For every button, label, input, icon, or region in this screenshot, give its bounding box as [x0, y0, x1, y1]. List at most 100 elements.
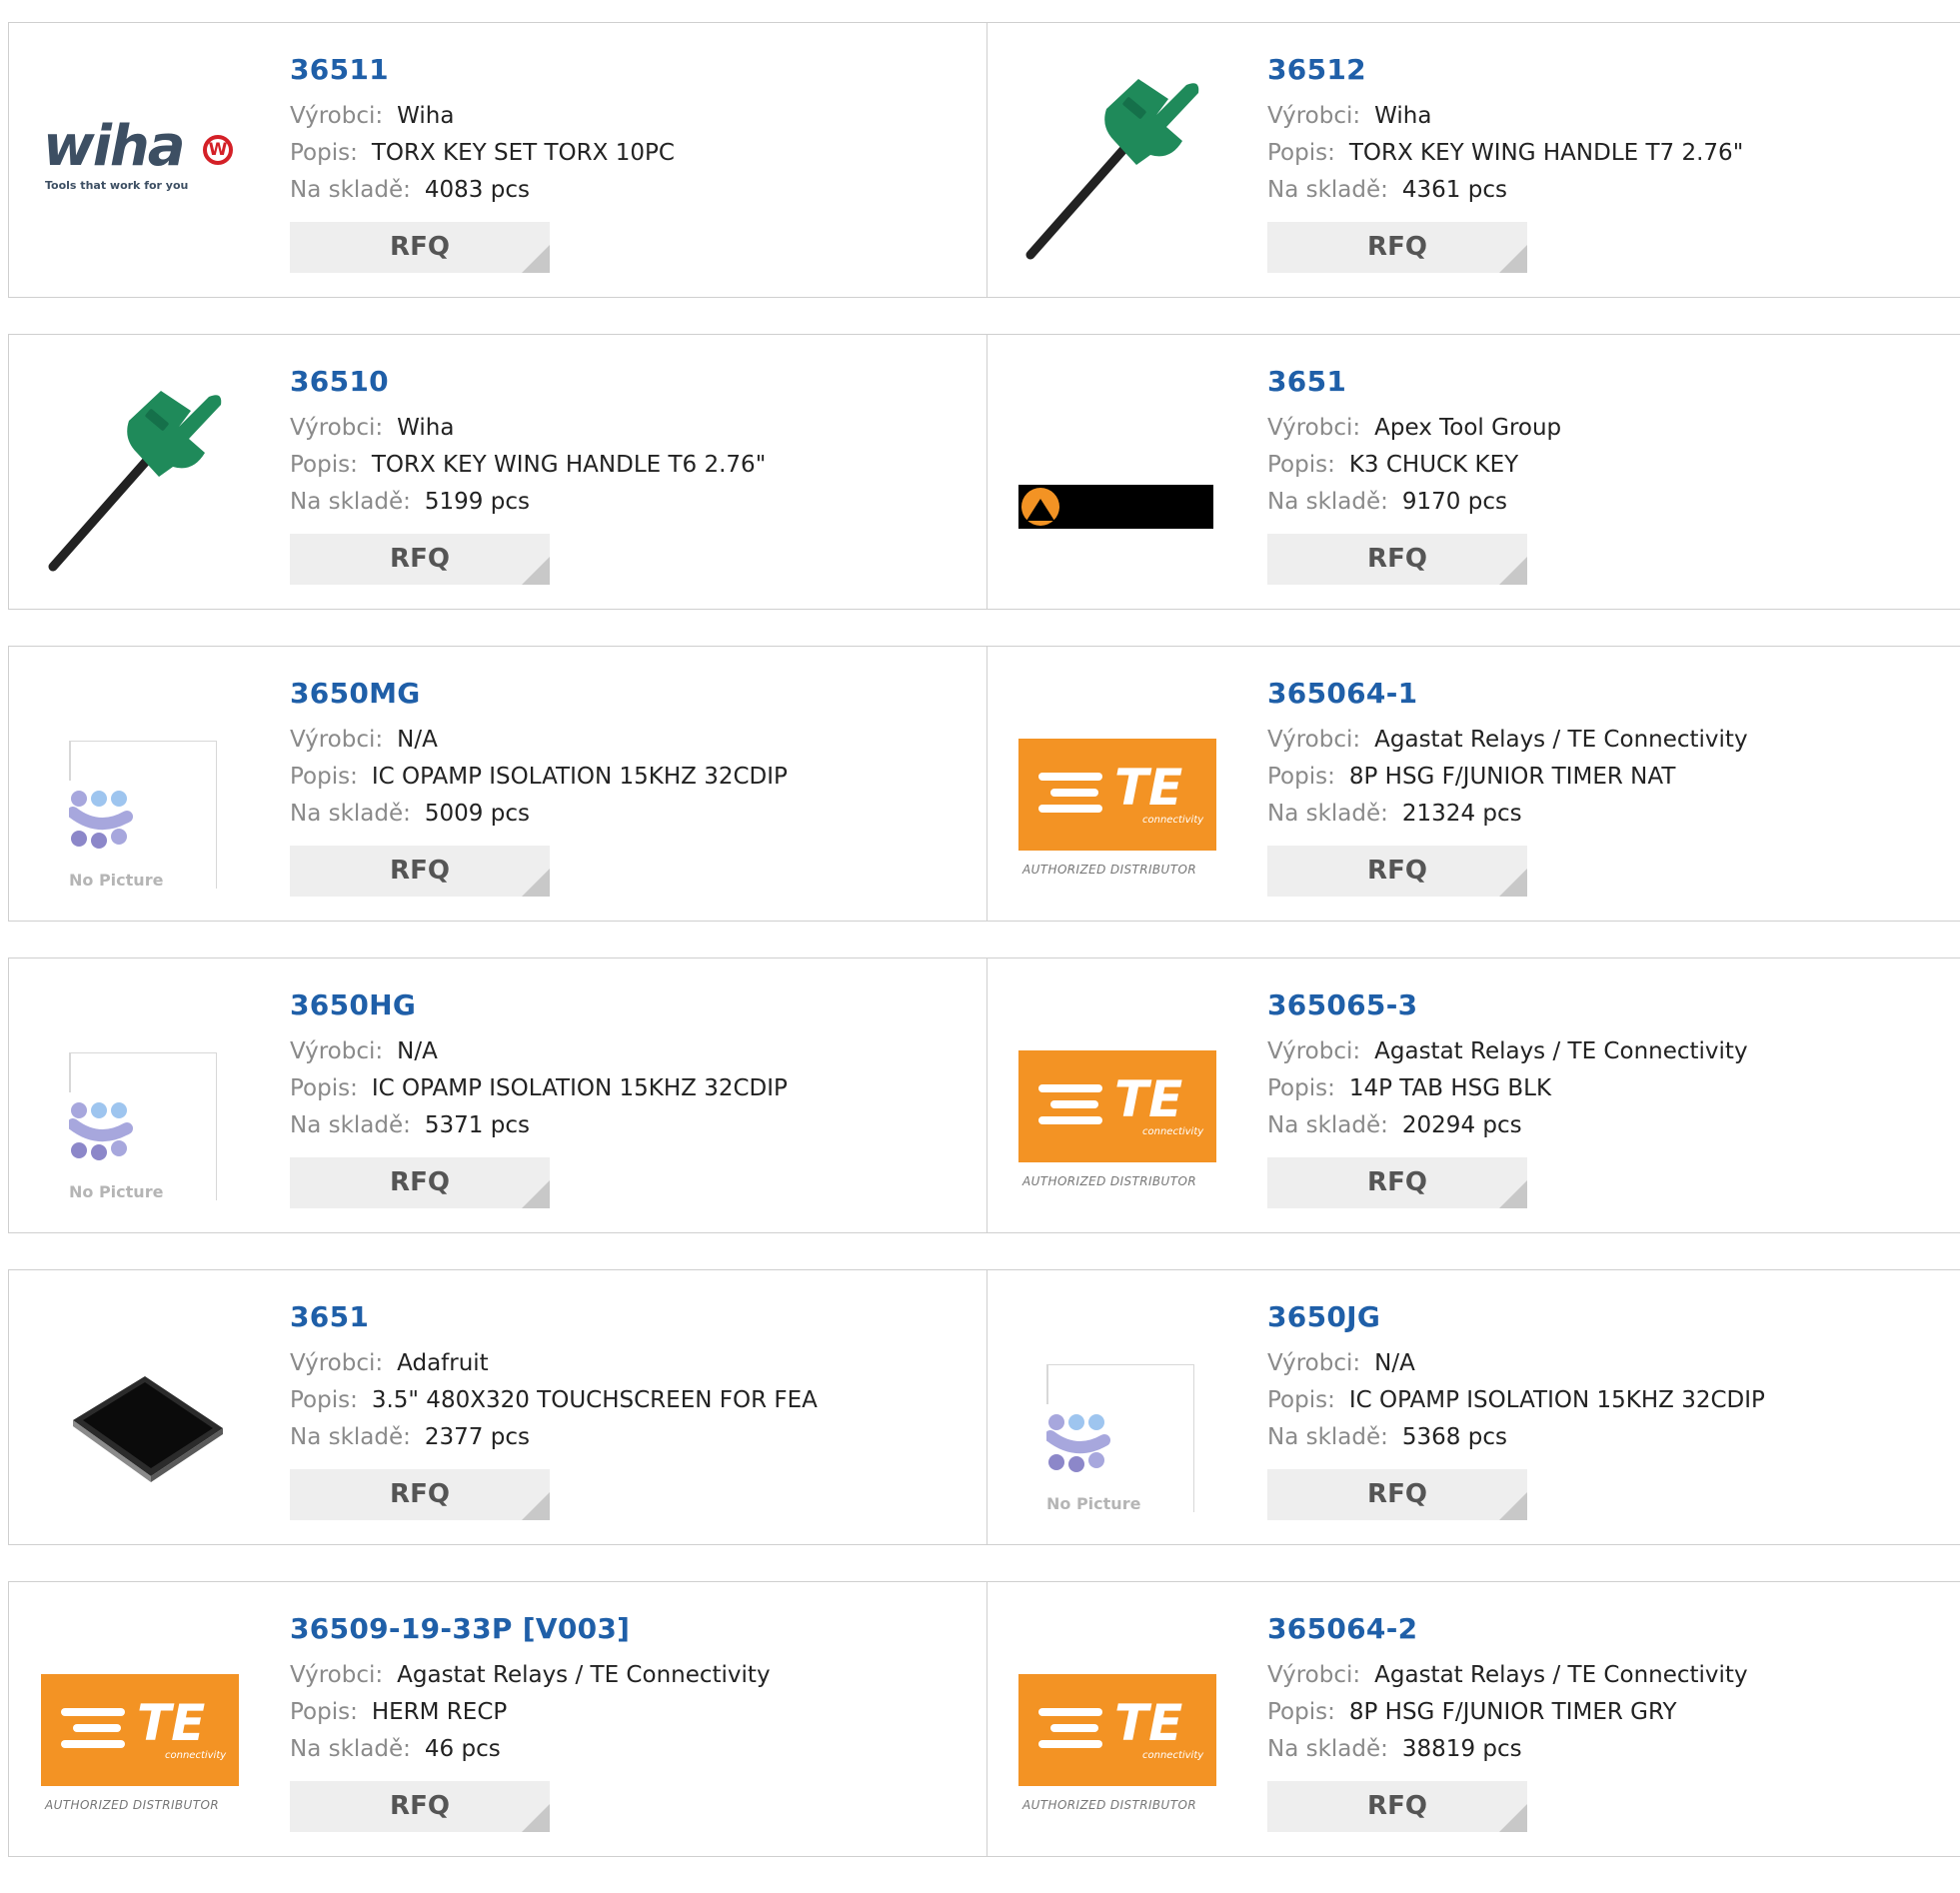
- stock-line: Na skladě: 4361 pcs: [1267, 172, 1743, 209]
- placeholder-frame-edge: [69, 1052, 71, 1092]
- te-wordmark: TE: [1114, 759, 1183, 817]
- product-image[interactable]: [41, 1304, 247, 1510]
- description-line: Popis: K3 CHUCK KEY: [1267, 447, 1561, 484]
- stock-line: Na skladě: 5199 pcs: [290, 484, 766, 521]
- rfq-button[interactable]: RFQ: [1267, 846, 1527, 897]
- te-wordmark: TE: [1114, 1070, 1183, 1128]
- description-label: Popis:: [1267, 1699, 1335, 1725]
- stock-value: 4083 pcs: [424, 177, 530, 203]
- manufacturer-line: Výrobci: Agastat Relays / TE Connectivity: [1267, 1033, 1748, 1070]
- touchscreen-image: [73, 1376, 223, 1482]
- rfq-button[interactable]: RFQ: [1267, 534, 1527, 585]
- manufacturer-label: Výrobci:: [290, 1662, 384, 1688]
- description-label: Popis:: [1267, 1075, 1335, 1101]
- torx-wing-key-image: [1025, 79, 1199, 260]
- product-image[interactable]: TE connectivity AUTHORIZED DISTRIBUTOR: [1018, 1616, 1224, 1822]
- rfq-label: RFQ: [1367, 856, 1427, 886]
- product-card: TE connectivity AUTHORIZED DISTRIBUTOR 365…: [986, 1582, 1960, 1856]
- stock-value: 2377 pcs: [424, 1424, 530, 1450]
- rfq-button[interactable]: RFQ: [290, 1157, 550, 1208]
- stock-label: Na skladě:: [1267, 1736, 1388, 1762]
- stock-value: 21324 pcs: [1401, 801, 1522, 827]
- product-info: 36510 Výrobci: Wiha Popis: TORX KEY WING H…: [290, 364, 766, 585]
- placeholder-frame-edge: [1046, 1364, 1048, 1404]
- manufacturer-label: Výrobci:: [1267, 727, 1361, 753]
- te-wordmark: TE: [137, 1694, 206, 1752]
- product-card: 3651 Výrobci: Adafruit Popis: 3.5" 480X320…: [9, 1270, 987, 1544]
- product-card: 36510 Výrobci: Wiha Popis: TORX KEY WING H…: [9, 335, 987, 609]
- part-number-link[interactable]: 36510: [290, 364, 766, 400]
- product-info: 36511 Výrobci: Wiha Popis: TORX KEY SET TO…: [290, 52, 675, 273]
- product-image[interactable]: [1018, 57, 1224, 263]
- description-value: IC OPAMP ISOLATION 15KHZ 32CDIP: [371, 764, 788, 790]
- manufacturer-line: Výrobci: N/A: [1267, 1345, 1765, 1382]
- manufacturer-value: Wiha: [1374, 103, 1432, 129]
- manufacturer-value: Wiha: [397, 103, 455, 129]
- product-card: TE connectivity AUTHORIZED DISTRIBUTOR 365…: [9, 1582, 987, 1856]
- part-number-link[interactable]: 3650JG: [1267, 1299, 1765, 1335]
- stock-label: Na skladě:: [1267, 177, 1388, 203]
- product-image[interactable]: TE connectivity AUTHORIZED DISTRIBUTOR: [1018, 992, 1224, 1198]
- manufacturer-value: Agastat Relays / TE Connectivity: [1374, 1038, 1748, 1064]
- product-image[interactable]: TE connectivity AUTHORIZED DISTRIBUTOR: [41, 1616, 247, 1822]
- rfq-label: RFQ: [390, 1479, 450, 1509]
- stock-value: 5371 pcs: [424, 1112, 530, 1138]
- rfq-button[interactable]: RFQ: [290, 1469, 550, 1520]
- description-value: 8P HSG F/JUNIOR TIMER GRY: [1348, 1699, 1677, 1725]
- rfq-button[interactable]: RFQ: [1267, 222, 1527, 273]
- placeholder-dots-icon: [69, 791, 133, 849]
- part-number-link[interactable]: 365064-1: [1267, 676, 1748, 712]
- product-image[interactable]: [41, 369, 247, 575]
- wiha-wordmark: wiha: [43, 114, 186, 179]
- rfq-label: RFQ: [1367, 1479, 1427, 1509]
- te-bars-icon: [1038, 1084, 1102, 1132]
- product-image[interactable]: TE connectivity AUTHORIZED DISTRIBUTOR: [1018, 681, 1224, 887]
- rfq-corner-decoration: [522, 245, 550, 273]
- stock-label: Na skladě:: [290, 1112, 411, 1138]
- rfq-corner-decoration: [1499, 557, 1527, 585]
- rfq-label: RFQ: [390, 232, 450, 262]
- part-number-link[interactable]: 3650HG: [290, 987, 788, 1023]
- description-value: 8P HSG F/JUNIOR TIMER NAT: [1348, 764, 1676, 790]
- te-bars-icon: [61, 1708, 125, 1756]
- rfq-button[interactable]: RFQ: [1267, 1781, 1527, 1832]
- stock-label: Na skladě:: [1267, 801, 1388, 827]
- product-image[interactable]: No Picture: [1018, 1304, 1224, 1513]
- manufacturer-value: N/A: [397, 1038, 438, 1064]
- part-number-link[interactable]: 365064-2: [1267, 1611, 1748, 1647]
- description-label: Popis:: [290, 764, 358, 790]
- authorized-distributor-text: AUTHORIZED DISTRIBUTOR: [45, 1798, 220, 1812]
- stock-label: Na skladě:: [290, 177, 411, 203]
- part-number-link[interactable]: 36511: [290, 52, 675, 88]
- part-number-link[interactable]: 36509-19-33P [V003]: [290, 1611, 771, 1647]
- rfq-button[interactable]: RFQ: [290, 534, 550, 585]
- part-number-link[interactable]: 365065-3: [1267, 987, 1748, 1023]
- manufacturer-line: Výrobci: Agastat Relays / TE Connectivity: [290, 1657, 771, 1694]
- part-number-link[interactable]: 3651: [1267, 364, 1561, 400]
- rfq-button[interactable]: RFQ: [290, 1781, 550, 1832]
- stock-line: Na skladě: 4083 pcs: [290, 172, 675, 209]
- description-label: Popis:: [290, 140, 358, 166]
- rfq-button[interactable]: RFQ: [290, 846, 550, 897]
- part-number-link[interactable]: 36512: [1267, 52, 1743, 88]
- rfq-button[interactable]: RFQ: [1267, 1157, 1527, 1208]
- rfq-corner-decoration: [1499, 1492, 1527, 1520]
- product-image[interactable]: No Picture: [41, 681, 247, 890]
- description-line: Popis: HERM RECP: [290, 1694, 771, 1731]
- description-value: TORX KEY WING HANDLE T7 2.76": [1348, 140, 1744, 166]
- rfq-label: RFQ: [390, 1167, 450, 1197]
- wiha-logo: wiha W Tools that work for you: [43, 119, 247, 199]
- manufacturer-value: Wiha: [397, 415, 455, 441]
- product-row: 3651 Výrobci: Adafruit Popis: 3.5" 480X320…: [8, 1269, 1960, 1545]
- product-image[interactable]: [1018, 369, 1224, 575]
- manufacturer-label: Výrobci:: [1267, 1662, 1361, 1688]
- manufacturer-line: Výrobci: Apex Tool Group: [1267, 410, 1561, 447]
- stock-line: Na skladě: 5009 pcs: [290, 796, 788, 833]
- part-number-link[interactable]: 3650MG: [290, 676, 788, 712]
- part-number-link[interactable]: 3651: [290, 1299, 818, 1335]
- product-image[interactable]: No Picture: [41, 992, 247, 1201]
- rfq-button[interactable]: RFQ: [1267, 1469, 1527, 1520]
- rfq-button[interactable]: RFQ: [290, 222, 550, 273]
- authorized-distributor-text: AUTHORIZED DISTRIBUTOR: [1022, 1798, 1197, 1812]
- product-image[interactable]: wiha W Tools that work for you: [41, 57, 247, 263]
